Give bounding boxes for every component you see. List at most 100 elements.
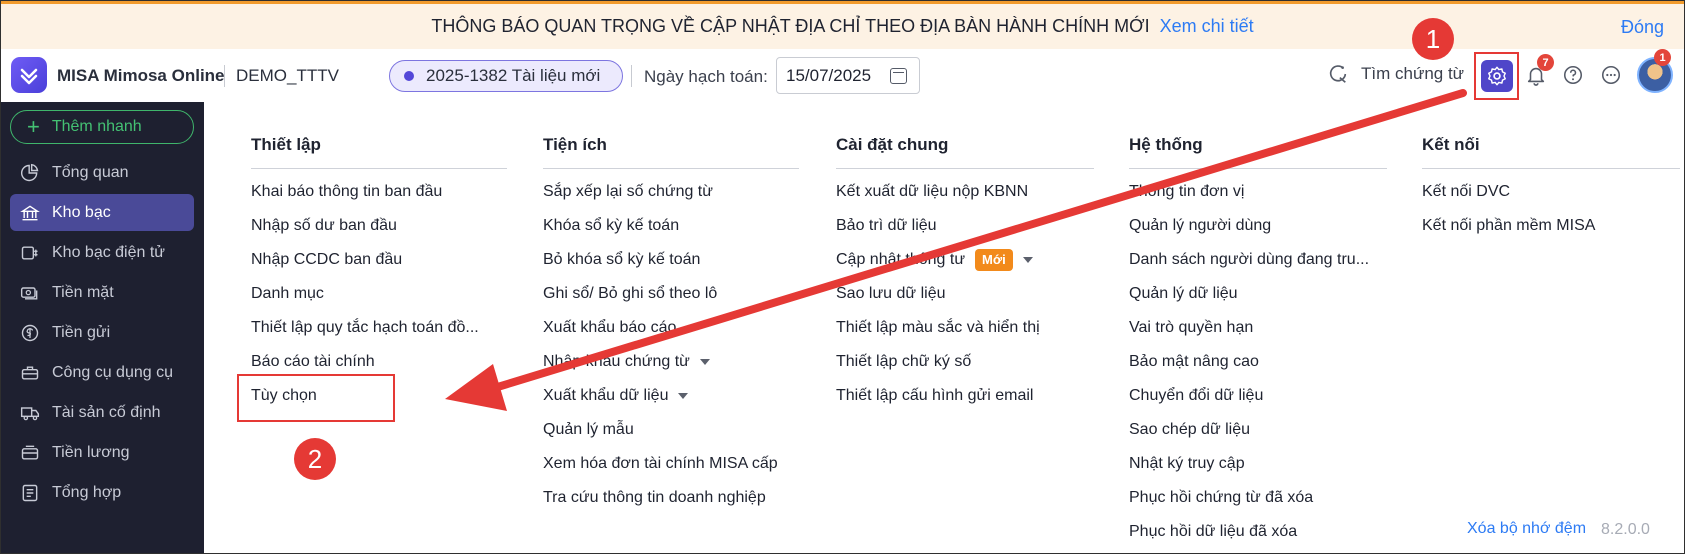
menu-item-label: Ghi sổ/ Bỏ ghi sổ theo lô bbox=[543, 285, 718, 302]
menu-item[interactable]: Thiết lập chữ ký số bbox=[836, 345, 1094, 379]
menu-item[interactable]: Sắp xếp lại số chứng từ bbox=[543, 175, 799, 209]
menu-item[interactable]: Phục hồi chứng từ đã xóa bbox=[1129, 481, 1387, 515]
sidebar-item[interactable]: Tiền lương bbox=[10, 434, 194, 471]
menu-item-label: Khóa sổ kỳ kế toán bbox=[543, 217, 680, 234]
sidebar-item-label: Tiền mặt bbox=[52, 283, 114, 301]
sidebar-item[interactable]: Kho bạc bbox=[10, 194, 194, 231]
chevron-down-icon[interactable] bbox=[1022, 257, 1033, 263]
menu-item-label: Kết nối phần mềm MISA bbox=[1422, 217, 1596, 234]
menu-item[interactable]: Quản lý mẫu bbox=[543, 413, 799, 447]
menu-item-label: Thiết lập cấu hình gửi email bbox=[836, 387, 1034, 404]
sidebar-item[interactable]: Tổng quan bbox=[10, 154, 194, 191]
header-divider bbox=[631, 65, 632, 87]
menu-column: Tiện ích Sắp xếp lại số chứng từ Khóa sổ k… bbox=[543, 135, 799, 515]
menu-item[interactable]: Quản lý dữ liệu bbox=[1129, 277, 1387, 311]
search-documents-button[interactable]: Tìm chứng từ bbox=[1327, 63, 1464, 85]
menu-column-divider bbox=[1129, 168, 1387, 169]
menu-item-label: Vai trò quyền hạn bbox=[1129, 319, 1254, 336]
avatar-badge: 1 bbox=[1654, 49, 1671, 66]
menu-item[interactable]: Ghi sổ/ Bỏ ghi sổ theo lô bbox=[543, 277, 799, 311]
chevron-down-icon[interactable] bbox=[678, 393, 689, 399]
menu-item-label: Sao lưu dữ liệu bbox=[836, 285, 946, 302]
cash-icon bbox=[19, 282, 41, 304]
menu-item-label: Khai báo thông tin ban đầu bbox=[251, 183, 443, 200]
app-logo-icon[interactable] bbox=[11, 57, 47, 93]
sidebar-item-label: Tổng quan bbox=[52, 163, 129, 181]
sidebar-item[interactable]: Kho bạc điện tử bbox=[10, 234, 194, 271]
menu-item[interactable]: Thông tin đơn vị bbox=[1129, 175, 1387, 209]
menu-item[interactable]: Bỏ khóa sổ kỳ kế toán bbox=[543, 243, 799, 277]
options-highlight-box bbox=[237, 374, 395, 422]
document-pill-label: 2025-1382 Tài liệu mới bbox=[426, 66, 601, 85]
menu-item-label: Thiết lập màu sắc và hiển thị bbox=[836, 319, 1040, 336]
posting-date-label: Ngày hạch toán: bbox=[644, 67, 768, 86]
menu-column: Thiết lập Khai báo thông tin ban đầu Nhập … bbox=[251, 135, 507, 413]
menu-item-label: Danh mục bbox=[251, 285, 324, 302]
sidebar-item[interactable]: Tiền mặt bbox=[10, 274, 194, 311]
document-pill-button[interactable]: 2025-1382 Tài liệu mới bbox=[389, 60, 623, 92]
menu-column-title: Thiết lập bbox=[251, 135, 321, 154]
menu-column-divider bbox=[543, 168, 799, 169]
menu-item[interactable]: Thiết lập màu sắc và hiển thị bbox=[836, 311, 1094, 345]
sidebar-item-label: Tiền gửi bbox=[52, 323, 111, 341]
menu-item[interactable]: Xuất khẩu dữ liệu bbox=[543, 379, 799, 413]
menu-item[interactable]: Nhập số dư ban đầu bbox=[251, 209, 507, 243]
settings-menu-panel: Thiết lập Khai báo thông tin ban đầu Nhập … bbox=[204, 102, 1684, 553]
chevron-down-icon[interactable] bbox=[699, 359, 710, 365]
menu-item[interactable]: Tra cứu thông tin doanh nghiệp bbox=[543, 481, 799, 515]
menu-item-label: Nhập khẩu chứng từ bbox=[543, 353, 690, 370]
menu-item[interactable]: Quản lý người dùng bbox=[1129, 209, 1387, 243]
menu-item[interactable]: Kết nối DVC bbox=[1422, 175, 1680, 209]
menu-item[interactable]: Kết xuất dữ liệu nộp KBNN bbox=[836, 175, 1094, 209]
menu-item[interactable]: Xuất khẩu báo cáo bbox=[543, 311, 799, 345]
menu-item-label: Quản lý người dùng bbox=[1129, 217, 1272, 234]
sidebar-item-label: Kho bạc điện tử bbox=[52, 243, 166, 261]
more-icon bbox=[1601, 65, 1621, 85]
coin-icon bbox=[19, 322, 41, 344]
menu-item-label: Kết xuất dữ liệu nộp KBNN bbox=[836, 183, 1029, 200]
sidebar: + Thêm nhanh Tổng quan Kho bạc Kho bạc điệ… bbox=[1, 102, 204, 553]
menu-item-label: Xuất khẩu dữ liệu bbox=[543, 387, 669, 404]
menu-item[interactable]: Danh sách người dùng đang tru... bbox=[1129, 243, 1387, 277]
sidebar-item[interactable]: Công cụ dụng cụ bbox=[10, 354, 194, 391]
menu-column: Hệ thống Thông tin đơn vị Quản lý người dù… bbox=[1129, 135, 1387, 549]
menu-item[interactable]: Thiết lập cấu hình gửi email bbox=[836, 379, 1094, 413]
calendar-icon[interactable] bbox=[890, 68, 907, 84]
menu-item[interactable]: Chuyển đổi dữ liệu bbox=[1129, 379, 1387, 413]
menu-item[interactable]: Sao lưu dữ liệu bbox=[836, 277, 1094, 311]
menu-item[interactable]: Khai báo thông tin ban đầu bbox=[251, 175, 507, 209]
step-2-marker: 2 bbox=[294, 438, 336, 480]
more-button[interactable] bbox=[1598, 62, 1624, 88]
menu-item-label: Chuyển đổi dữ liệu bbox=[1129, 387, 1264, 404]
menu-item[interactable]: Khóa sổ kỳ kế toán bbox=[543, 209, 799, 243]
menu-item[interactable]: Nhập khẩu chứng từ bbox=[543, 345, 799, 379]
menu-item[interactable]: Phục hồi dữ liệu đã xóa bbox=[1129, 515, 1387, 549]
menu-item-label: Nhật ký truy cập bbox=[1129, 455, 1245, 472]
notifications-button[interactable]: 7 bbox=[1523, 54, 1554, 88]
sidebar-item[interactable]: Tổng hợp bbox=[10, 474, 194, 511]
menu-column-title: Kết nối bbox=[1422, 135, 1480, 154]
menu-item[interactable]: Nhật ký truy cập bbox=[1129, 447, 1387, 481]
sidebar-item[interactable]: Tài sản cố định bbox=[10, 394, 194, 431]
menu-item[interactable]: Bảo trì dữ liệu bbox=[836, 209, 1094, 243]
quick-add-button[interactable]: + Thêm nhanh bbox=[10, 110, 194, 144]
menu-item[interactable]: Vai trò quyền hạn bbox=[1129, 311, 1387, 345]
tools-icon bbox=[19, 362, 41, 384]
menu-item-label: Bỏ khóa sổ kỳ kế toán bbox=[543, 251, 701, 268]
menu-item[interactable]: Sao chép dữ liệu bbox=[1129, 413, 1387, 447]
menu-item[interactable]: Cập nhật thông tư Mới bbox=[836, 243, 1094, 277]
menu-item[interactable]: Kết nối phần mềm MISA bbox=[1422, 209, 1680, 243]
database-name[interactable]: DEMO_TTTV bbox=[236, 66, 339, 86]
banner-close-link[interactable]: Đóng bbox=[1621, 17, 1664, 38]
menu-item[interactable]: Thiết lập quy tắc hạch toán đồ... bbox=[251, 311, 507, 345]
menu-item[interactable]: Danh mục bbox=[251, 277, 507, 311]
posting-date-input[interactable]: 15/07/2025 bbox=[776, 57, 920, 94]
help-button[interactable] bbox=[1560, 62, 1586, 88]
banner-details-link[interactable]: Xem chi tiết bbox=[1160, 16, 1254, 37]
menu-item[interactable]: Xem hóa đơn tài chính MISA cấp bbox=[543, 447, 799, 481]
menu-item-label: Phục hồi chứng từ đã xóa bbox=[1129, 489, 1314, 506]
menu-item[interactable]: Nhập CCDC ban đầu bbox=[251, 243, 507, 277]
menu-item[interactable]: Bảo mật nâng cao bbox=[1129, 345, 1387, 379]
clear-cache-link[interactable]: Xóa bộ nhớ đệm bbox=[1467, 520, 1586, 538]
sidebar-item[interactable]: Tiền gửi bbox=[10, 314, 194, 351]
